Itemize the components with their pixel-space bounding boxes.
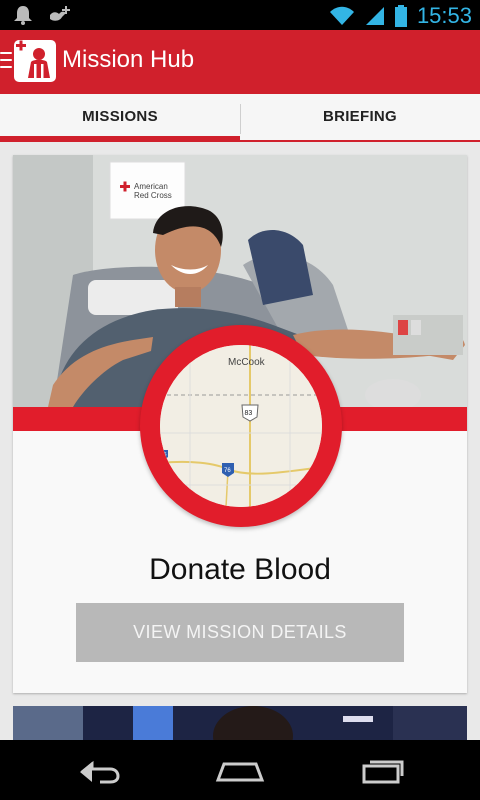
recent-apps-icon[interactable] [352,752,412,788]
sign-text-line1: American [134,182,168,191]
mission-card[interactable]: American Red Cross McCook 83 76 76 Donat… [13,155,467,693]
status-left-icons [12,5,72,25]
drawer-menu-icon[interactable] [0,52,12,70]
home-icon[interactable] [210,752,270,788]
tab-selected-indicator [0,136,240,142]
app-logo-icon[interactable] [14,40,56,82]
tab-briefing[interactable]: BRIEFING [240,94,480,142]
tab-underline [240,140,480,142]
tab-missions-label: MISSIONS [82,108,158,125]
mission-map-badge: McCook 83 76 76 [140,325,342,527]
map-interstate-shield-2: 76 [224,468,231,474]
tab-briefing-label: BRIEFING [322,108,398,125]
clock: 15:53 [416,3,472,28]
map-interstate-shield-1: 76 [161,452,167,458]
sign-text-line2: Red Cross [134,191,172,200]
system-nav-bar [0,740,480,800]
notification-bell-icon [14,6,32,25]
mission-title: Donate Blood [149,553,331,586]
action-bar: Mission Hub [0,30,480,94]
app-title: Mission Hub [62,46,195,73]
tab-missions[interactable]: MISSIONS [0,94,240,142]
signal-icon [365,7,384,25]
battery-icon [394,5,407,27]
bird-plus-icon [50,6,70,21]
back-icon[interactable] [70,752,130,788]
map-place-label: McCook [228,357,266,368]
view-mission-details-button[interactable]: VIEW MISSION DETAILS [76,603,404,662]
map-thumbnail: McCook 83 76 76 [160,345,322,507]
status-right-icons: 15:53 [329,3,472,29]
tab-divider [240,104,241,134]
wifi-icon [329,6,354,25]
map-highway-shield: 83 [245,410,253,417]
status-bar: 15:53 [0,0,480,30]
